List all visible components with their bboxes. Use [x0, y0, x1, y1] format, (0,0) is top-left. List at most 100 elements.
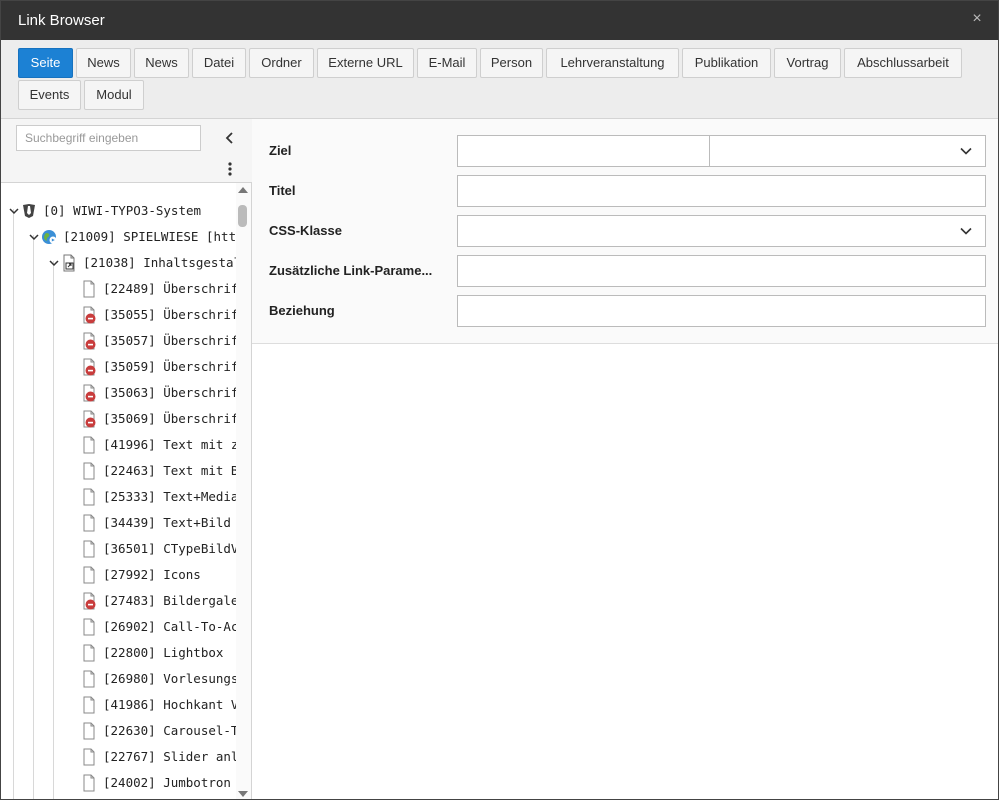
tree-node-label: [21038] Inhaltsgestaltung	[83, 255, 236, 270]
page-tree-panel: [0] WIWI-TYPO3-System [21009] SPIELWIESE …	[1, 119, 252, 799]
modal-title: Link Browser	[18, 12, 105, 29]
tree-node[interactable]: [26980] Vorlesungsvid	[1, 666, 236, 692]
tree-node-label: [25333] Text+Media ir	[103, 489, 236, 504]
tree-node[interactable]: [35055] Überschriften	[1, 302, 236, 328]
tree-node[interactable]: [34439] Text+Bild Bug	[1, 510, 236, 536]
more-vertical-icon[interactable]	[220, 159, 240, 179]
tree-node-label: [22630] Carousel-Test	[103, 723, 236, 738]
close-icon[interactable]: ×	[970, 11, 984, 27]
link-type-tabs: Seite News News Datei Ordner Externe URL…	[1, 40, 998, 119]
page-icon	[83, 696, 95, 714]
tree-node-label: [35069] Überschriften	[103, 411, 236, 426]
tree-node[interactable]: [35059] Überschriften	[1, 354, 236, 380]
page-icon	[83, 566, 95, 584]
tree-node[interactable]: [27483] Bildergalerien	[1, 588, 236, 614]
tree-node[interactable]: [35063] Überschriften	[1, 380, 236, 406]
chevron-down-icon	[960, 147, 972, 155]
tree-node[interactable]: [21038] Inhaltsgestaltung	[1, 250, 236, 276]
tab-news[interactable]: News	[76, 48, 131, 78]
tree-node-label: [35063] Überschriften	[103, 385, 236, 400]
tab-ordner[interactable]: Ordner	[249, 48, 314, 78]
expand-chevron-icon[interactable]	[9, 206, 19, 216]
css-klasse-label: CSS-Klasse	[269, 223, 342, 238]
page-icon	[83, 618, 95, 636]
tab-person[interactable]: Person	[480, 48, 543, 78]
tree-node[interactable]: [22489] Überschriften	[1, 276, 236, 302]
tree-node[interactable]: [22800] Lightbox	[1, 640, 236, 666]
chevron-left-icon[interactable]	[220, 128, 240, 148]
ziel-label: Ziel	[269, 143, 292, 158]
tab-vortrag[interactable]: Vortrag	[774, 48, 841, 78]
tree-node[interactable]: [22767] Slider anlegen	[1, 744, 236, 770]
titel-input[interactable]	[457, 175, 986, 207]
link-options-form: Ziel Titel CSS-Klasse Zusätzliche Link-P…	[252, 119, 998, 344]
link-params-input[interactable]	[457, 255, 986, 287]
search-input[interactable]	[16, 125, 201, 151]
tree-node[interactable]: [21009] SPIELWIESE [https:	[1, 224, 236, 250]
link-params-label: Zusätzliche Link-Parame...	[269, 263, 433, 278]
scroll-thumb[interactable]	[238, 205, 247, 227]
tree-node[interactable]: [41986] Hochkant Vid	[1, 692, 236, 718]
link-browser-modal: Link Browser × Seite News News Datei Ord…	[0, 0, 999, 800]
page-hidden-icon	[83, 358, 96, 376]
page-icon	[83, 644, 95, 662]
tree-node[interactable]: [36501] CTypeBildVari	[1, 536, 236, 562]
tree-node-label: [24002] Jumbotron	[103, 775, 231, 790]
tree-node-label: [22767] Slider anlegen	[103, 749, 236, 764]
page-hidden-icon	[83, 410, 96, 428]
tab-seite[interactable]: Seite	[18, 48, 73, 78]
tree-node-label: [26980] Vorlesungsvid	[103, 671, 236, 686]
tab-datei[interactable]: Datei	[192, 48, 246, 78]
scroll-up-arrow-icon[interactable]	[238, 187, 248, 193]
expand-chevron-icon[interactable]	[29, 232, 39, 242]
tab-events[interactable]: Events	[18, 80, 81, 110]
page-icon	[83, 748, 95, 766]
tree-scrollbar[interactable]	[236, 183, 251, 799]
page-icon	[83, 462, 95, 480]
site-globe-icon	[42, 230, 57, 244]
tree-node[interactable]: [0] WIWI-TYPO3-System	[1, 198, 236, 224]
tab-news-2[interactable]: News	[134, 48, 189, 78]
css-klasse-select[interactable]	[457, 215, 986, 247]
tree-node-label: [22463] Text mit Bild	[103, 463, 236, 478]
tree-node-label: [22489] Überschriften	[103, 281, 236, 296]
tab-externe-url[interactable]: Externe URL	[317, 48, 414, 78]
page-icon	[83, 514, 95, 532]
tree-node[interactable]: [35057] Überschriften	[1, 328, 236, 354]
tree-node-label: [22800] Lightbox	[103, 645, 224, 660]
tree-node[interactable]: [26902] Call-To-Action	[1, 614, 236, 640]
chevron-down-icon	[960, 227, 972, 235]
tree-node[interactable]: [27992] Icons	[1, 562, 236, 588]
tree-node[interactable]: [22463] Text mit Bild	[1, 458, 236, 484]
tree-node-label: [36501] CTypeBildVari	[103, 541, 236, 556]
tab-email[interactable]: E-Mail	[417, 48, 477, 78]
page-hidden-icon	[83, 592, 96, 610]
tree-node-label: [27992] Icons	[103, 567, 201, 582]
tab-abschlussarbeit[interactable]: Abschlussarbeit	[844, 48, 962, 78]
page-icon	[83, 488, 95, 506]
tree-node[interactable]: [25333] Text+Media ir	[1, 484, 236, 510]
ziel-select[interactable]	[457, 135, 986, 167]
titel-label: Titel	[269, 183, 296, 198]
tree-node-label: [34439] Text+Bild Bug	[103, 515, 236, 530]
tree-node-label: [21009] SPIELWIESE [https:	[63, 229, 236, 244]
tab-lehrveranstaltung[interactable]: Lehrveranstaltung	[546, 48, 679, 78]
tree-node-label: [26902] Call-To-Action	[103, 619, 236, 634]
tree-node-label: [41986] Hochkant Vid	[103, 697, 236, 712]
tab-publikation[interactable]: Publikation	[682, 48, 771, 78]
tree-node-label: [35055] Überschriften	[103, 307, 236, 322]
tree-node[interactable]: [35069] Überschriften	[1, 406, 236, 432]
tree-node[interactable]: [22630] Carousel-Test	[1, 718, 236, 744]
tab-modul[interactable]: Modul	[84, 80, 144, 110]
scroll-down-arrow-icon[interactable]	[238, 791, 248, 797]
tree-toolbar	[1, 119, 252, 183]
page-icon	[83, 722, 95, 740]
tree-node[interactable]: [41996] Text mit zu br	[1, 432, 236, 458]
expand-chevron-icon[interactable]	[49, 258, 59, 268]
tree-node-label: [0] WIWI-TYPO3-System	[43, 203, 202, 218]
tree-node[interactable]: [24002] Jumbotron	[1, 770, 236, 796]
tree-node-label: [27483] Bildergalerien	[103, 593, 236, 608]
page-hidden-icon	[83, 332, 96, 350]
beziehung-input[interactable]	[457, 295, 986, 327]
page-icon	[83, 540, 95, 558]
